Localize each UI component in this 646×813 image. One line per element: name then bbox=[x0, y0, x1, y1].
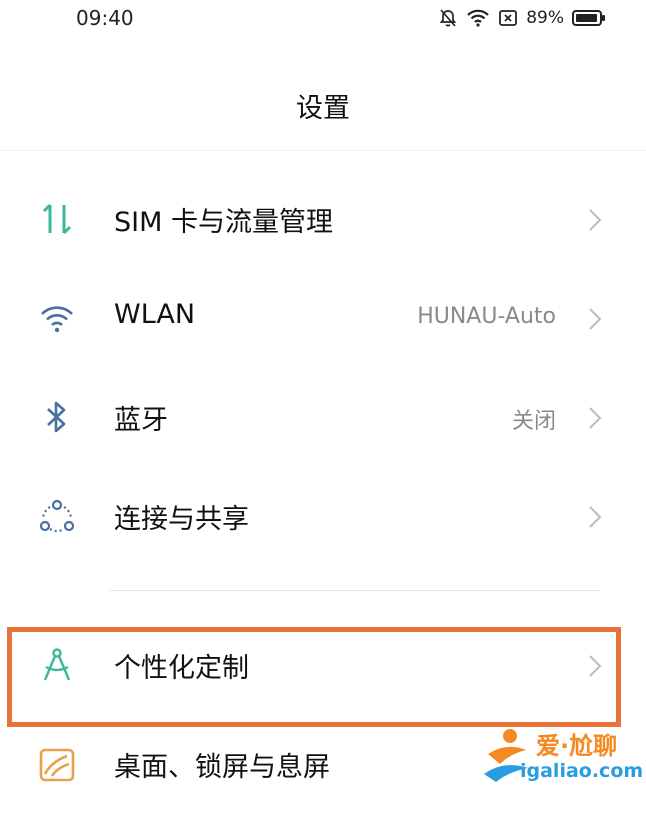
settings-item-label: 桌面、锁屏与息屏 bbox=[114, 752, 330, 783]
wifi-icon bbox=[467, 9, 489, 27]
settings-item-sim[interactable]: SIM 卡与流量管理 bbox=[0, 170, 646, 268]
battery-percent: 89% bbox=[526, 8, 564, 28]
header-divider bbox=[0, 150, 646, 151]
connection-share-icon bbox=[39, 499, 75, 533]
chevron-right-icon bbox=[589, 308, 602, 330]
compass-icon bbox=[43, 648, 71, 681]
chevron-right-icon bbox=[589, 407, 602, 429]
chevron-right-icon bbox=[589, 655, 602, 677]
settings-item-label: 个性化定制 bbox=[114, 653, 249, 684]
settings-item-bluetooth[interactable]: 蓝牙 关闭 bbox=[0, 368, 646, 466]
data-transfer-icon bbox=[42, 203, 72, 235]
bell-muted-icon bbox=[440, 9, 457, 27]
wlan-network-name: HUNAU-Auto bbox=[417, 304, 556, 329]
battery-icon bbox=[572, 10, 605, 26]
watermark-title: 爱·尬聊 bbox=[536, 732, 618, 760]
title-bar: 设置 bbox=[0, 70, 646, 140]
settings-item-label: 连接与共享 bbox=[114, 504, 249, 535]
settings-item-wlan[interactable]: WLAN HUNAU-Auto bbox=[0, 269, 646, 367]
settings-item-label: 蓝牙 bbox=[114, 405, 168, 436]
chevron-right-icon bbox=[589, 209, 602, 231]
watermark-url: igaliao.com bbox=[520, 760, 644, 782]
status-icons: 89% bbox=[438, 7, 606, 29]
settings-item-label: SIM 卡与流量管理 bbox=[114, 207, 333, 238]
bluetooth-icon bbox=[47, 401, 66, 433]
wallpaper-icon bbox=[39, 748, 75, 782]
chevron-right-icon bbox=[589, 506, 602, 528]
watermark-logo: 爱·尬聊 igaliao.com bbox=[480, 722, 644, 788]
status-bar: 09:40 89% bbox=[0, 0, 646, 40]
section-divider bbox=[110, 590, 600, 591]
wifi-icon bbox=[41, 306, 73, 333]
page-title: 设置 bbox=[296, 93, 350, 124]
settings-item-connection-share[interactable]: 连接与共享 bbox=[0, 467, 646, 565]
status-time: 09:40 bbox=[76, 6, 134, 30]
sim-off-icon bbox=[499, 10, 518, 26]
bluetooth-status: 关闭 bbox=[511, 409, 556, 434]
settings-item-personalize[interactable]: 个性化定制 bbox=[0, 616, 646, 714]
settings-item-label: WLAN bbox=[114, 299, 196, 330]
